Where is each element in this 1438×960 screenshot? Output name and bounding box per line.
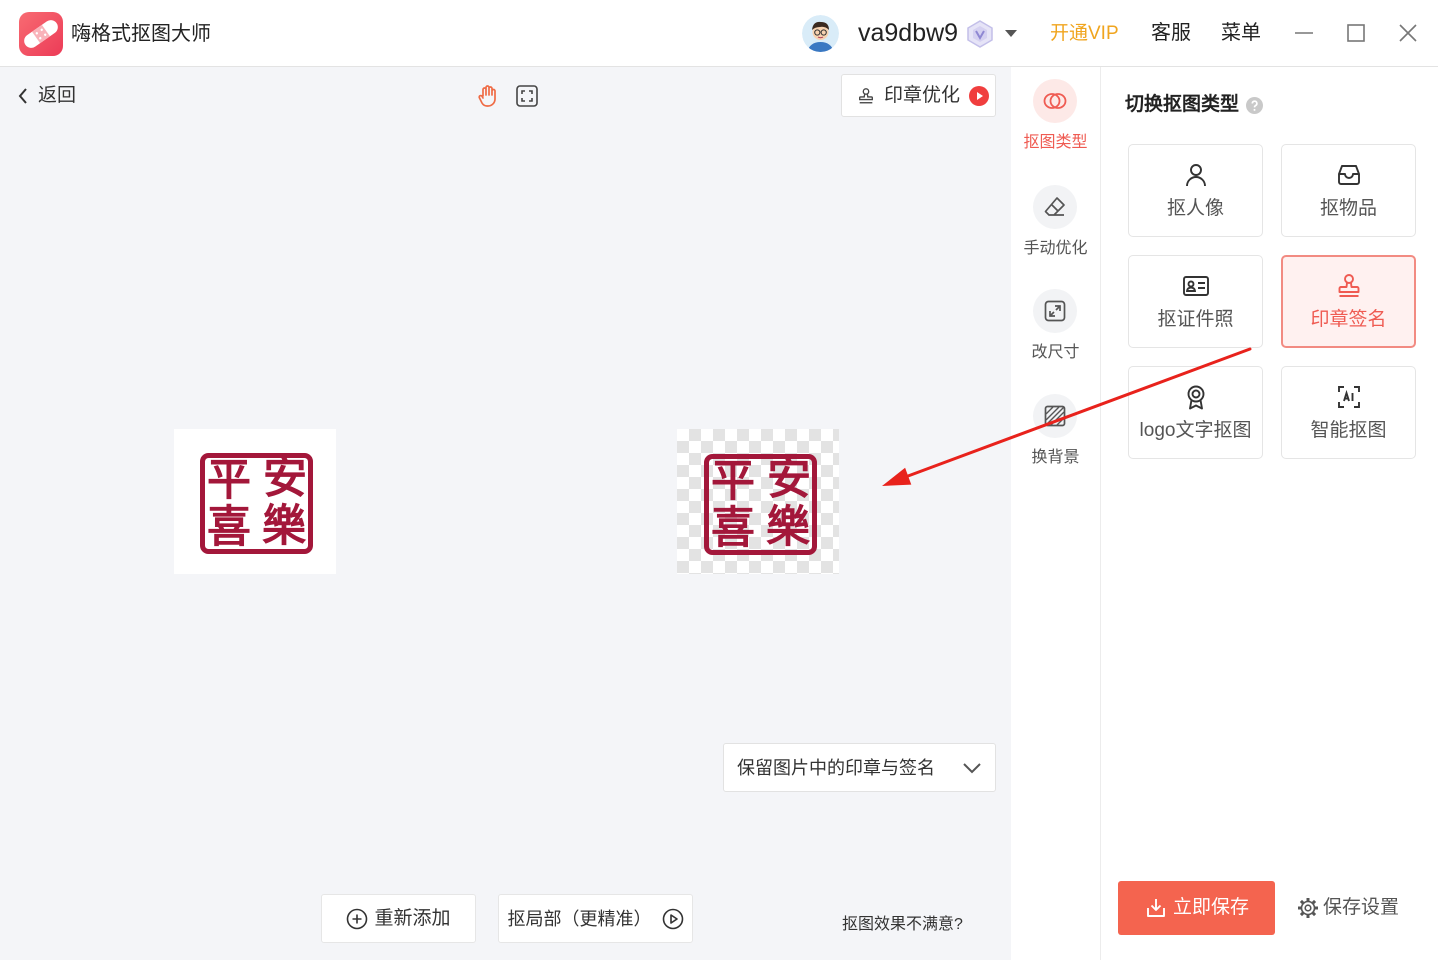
username[interactable]: va9dbw9 [858, 17, 958, 49]
stamp-icon [1283, 273, 1414, 299]
seal-image: 平 安 喜 樂 [704, 454, 817, 555]
main-menu-link[interactable]: 菜单 [1221, 20, 1261, 47]
help-icon[interactable] [1246, 97, 1263, 114]
change-background-icon [1033, 394, 1077, 438]
save-settings-button[interactable]: 保存设置 [1297, 896, 1399, 920]
open-vip-link[interactable]: 开通VIP [1050, 21, 1119, 47]
stamp-optimize-button[interactable]: 印章优化 [841, 74, 996, 117]
local-cutout-label: 抠局部（更精准） [507, 908, 652, 929]
app-logo-icon [19, 12, 63, 56]
eraser-icon [1033, 185, 1077, 229]
chevron-left-icon [18, 88, 28, 104]
seal-char: 平 [711, 456, 755, 507]
play-video-icon [969, 85, 990, 106]
cutout-type-icon [1033, 79, 1077, 123]
type-card-smart[interactable]: 智能抠图 [1281, 366, 1416, 459]
nav-item-label: 手动优化 [1023, 240, 1088, 257]
nav-item-cutout-type[interactable]: 抠图类型 [1011, 79, 1100, 159]
save-settings-label: 保存设置 [1323, 897, 1400, 918]
hand-pan-icon[interactable] [476, 84, 500, 108]
seal-char: 樂 [766, 502, 811, 553]
seal-char: 安 [263, 453, 307, 504]
maximize-icon[interactable] [1346, 23, 1366, 43]
plus-circle-icon [346, 908, 368, 930]
play-circle-icon [662, 908, 684, 930]
chevron-down-icon [962, 762, 982, 774]
vip-level-badge-icon [965, 19, 995, 49]
type-card-item[interactable]: 抠物品 [1281, 144, 1416, 237]
title-bar: 嗨格式抠图大师 va9dbw9 开通VIP 客服 菜单 [0, 0, 1438, 67]
type-card-id-photo[interactable]: 抠证件照 [1128, 255, 1263, 348]
type-card-label: 智能抠图 [1310, 420, 1387, 441]
tool-side-nav: 抠图类型 手动优化 改尺寸 换背景 [1011, 67, 1101, 960]
type-card-portrait[interactable]: 抠人像 [1128, 144, 1263, 237]
save-now-button[interactable]: 立即保存 [1118, 881, 1275, 935]
keep-content-select[interactable]: 保留图片中的印章与签名 [723, 743, 996, 792]
close-icon[interactable] [1398, 23, 1418, 43]
seal-char: 安 [767, 454, 811, 505]
result-image-preview: 平 安 喜 樂 [677, 429, 839, 574]
cutout-type-panel: 切换抠图类型 抠人像 抠物品 抠证件照 印章签名 logo文字抠图 智能抠图 立… [1101, 67, 1438, 960]
resize-icon [1033, 289, 1077, 333]
nav-item-change-background[interactable]: 换背景 [1011, 394, 1100, 474]
back-label: 返回 [38, 85, 77, 106]
seal-char: 喜 [207, 502, 251, 553]
back-button[interactable]: 返回 [18, 83, 76, 109]
gear-icon [1297, 897, 1319, 919]
nav-item-resize[interactable]: 改尺寸 [1011, 289, 1100, 369]
id-card-icon [1129, 273, 1262, 299]
stamp-icon [857, 86, 875, 106]
re-add-label: 重新添加 [374, 907, 451, 929]
type-card-logo-text[interactable]: logo文字抠图 [1128, 366, 1263, 459]
type-card-stamp-signature[interactable]: 印章签名 [1281, 255, 1416, 348]
save-now-label: 立即保存 [1172, 897, 1249, 918]
re-add-button[interactable]: 重新添加 [321, 894, 476, 943]
user-avatar[interactable] [802, 15, 839, 52]
seal-image: 平 安 喜 樂 [200, 453, 313, 554]
seal-char: 樂 [262, 501, 307, 552]
local-cutout-button[interactable]: 抠局部（更精准） [498, 894, 693, 943]
seal-char: 喜 [711, 503, 755, 554]
type-card-label: logo文字抠图 [1139, 420, 1252, 441]
ai-scan-icon [1282, 384, 1415, 410]
keep-content-select-value: 保留图片中的印章与签名 [737, 757, 935, 778]
seal-char: 平 [207, 455, 251, 506]
stamp-optimize-label: 印章优化 [884, 84, 961, 106]
logo-badge-icon [1129, 384, 1262, 410]
minimize-icon[interactable] [1294, 23, 1314, 43]
canvas-workspace: 返回 印章优化 平 安 喜 樂 平 安 喜 樂 保留图片中的印章与签名 重新添加… [0, 67, 1011, 960]
download-icon [1144, 896, 1168, 920]
nav-item-label: 改尺寸 [1031, 344, 1080, 361]
person-icon [1129, 162, 1262, 188]
customer-service-link[interactable]: 客服 [1151, 20, 1191, 47]
panel-title: 切换抠图类型 [1125, 94, 1240, 115]
type-card-label: 印章签名 [1310, 309, 1387, 330]
type-card-label: 抠物品 [1319, 198, 1377, 219]
user-menu-caret-icon[interactable] [1004, 29, 1018, 38]
fullscreen-icon[interactable] [515, 84, 539, 108]
nav-item-manual-optimize[interactable]: 手动优化 [1011, 185, 1100, 265]
nav-item-label: 换背景 [1031, 449, 1080, 466]
app-title: 嗨格式抠图大师 [71, 23, 211, 45]
item-box-icon [1282, 162, 1415, 188]
cutout-type-grid: 抠人像 抠物品 抠证件照 印章签名 logo文字抠图 智能抠图 [1128, 144, 1416, 459]
type-card-label: 抠人像 [1166, 198, 1224, 219]
original-image-preview: 平 安 喜 樂 [174, 429, 336, 574]
unsatisfied-feedback-link[interactable]: 抠图效果不满意? [842, 915, 963, 935]
type-card-label: 抠证件照 [1157, 309, 1234, 330]
nav-item-label: 抠图类型 [1023, 134, 1088, 151]
